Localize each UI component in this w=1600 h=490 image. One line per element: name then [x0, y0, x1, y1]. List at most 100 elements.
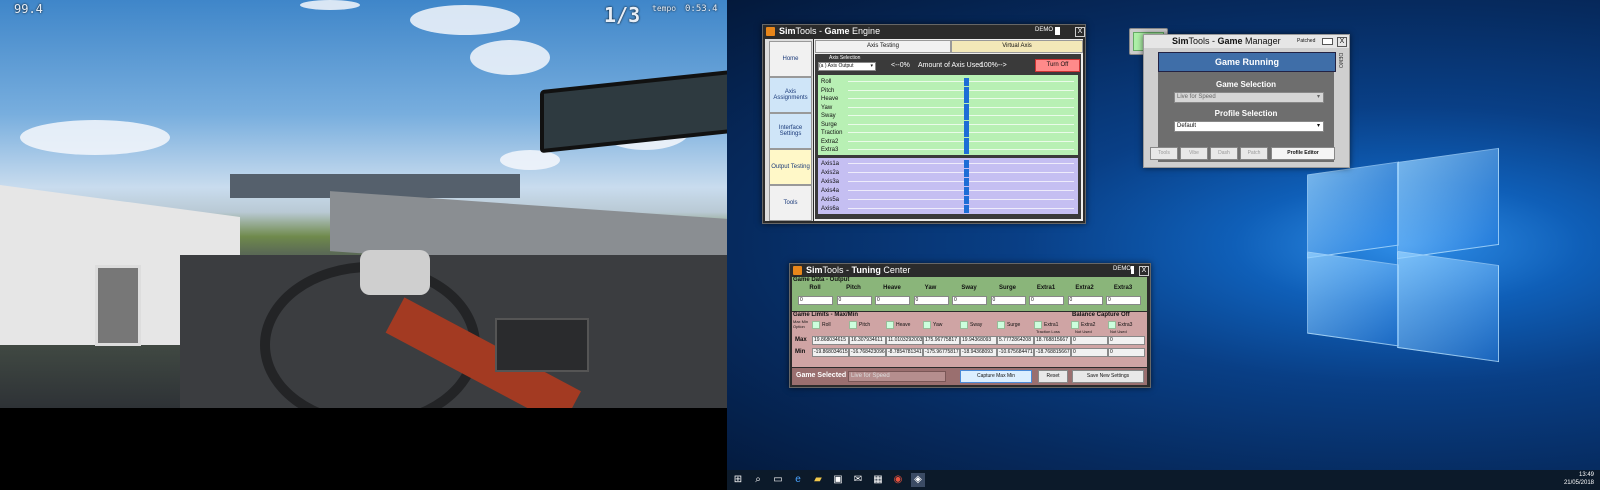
output-value-field[interactable]: 0	[990, 296, 1026, 305]
nav-axis-assignments[interactable]: Axis Assignments	[769, 77, 812, 113]
output-value-field[interactable]: 0	[836, 296, 872, 305]
mail-icon[interactable]: ✉	[851, 473, 865, 487]
axis-enable-checkbox[interactable]	[1108, 321, 1116, 329]
axis-slider-handle[interactable]	[964, 196, 969, 204]
capture-max-min-button[interactable]: Capture Max Min	[960, 370, 1032, 383]
minimize-icon[interactable]	[1131, 266, 1134, 274]
game-selection-select[interactable]: Live for Speed ▾	[1174, 92, 1324, 103]
output-value-field[interactable]: 0	[913, 296, 949, 305]
max-value-field[interactable]: 175.96775817	[923, 336, 960, 345]
tab-axis-testing[interactable]: Axis Testing	[815, 40, 951, 53]
axis-slider-handle[interactable]	[964, 129, 969, 137]
close-button[interactable]: X	[1075, 27, 1085, 37]
max-value-field[interactable]: 0	[1108, 336, 1145, 345]
limit-axis-toggle[interactable]: Heave	[886, 321, 910, 329]
max-value-field[interactable]: 19.868034615	[812, 336, 849, 345]
turn-off-button[interactable]: Turn Off	[1035, 59, 1080, 72]
axis-slider-handle[interactable]	[964, 95, 969, 103]
search-icon[interactable]: ⌕	[751, 473, 765, 487]
tools-button[interactable]: Tools	[1150, 147, 1178, 160]
vibe-button[interactable]: Vibe	[1180, 147, 1208, 160]
save-new-settings-button[interactable]: Save New Settings	[1072, 370, 1144, 383]
max-value-field[interactable]: 16.307934611	[849, 336, 886, 345]
axis-slider-handle[interactable]	[964, 120, 969, 129]
min-value-field[interactable]: -19.868034615	[812, 348, 849, 357]
axis-slider-handle[interactable]	[964, 169, 969, 177]
close-button[interactable]: X	[1337, 37, 1347, 47]
task-view-icon[interactable]: ▭	[771, 473, 785, 487]
output-value-field[interactable]: 0	[1067, 296, 1103, 305]
axis-slider-handle[interactable]	[964, 160, 969, 168]
axis-enable-checkbox[interactable]	[812, 321, 820, 329]
axis-slider-handle[interactable]	[964, 78, 969, 86]
tuning-center-titlebar[interactable]: SimTools - Tuning Center	[790, 264, 1150, 277]
axis-slider-handle[interactable]	[964, 103, 969, 112]
min-value-field[interactable]: -10.675684471	[997, 348, 1034, 357]
nav-tools[interactable]: Tools	[769, 185, 812, 221]
min-value-field[interactable]: -18.94368093	[960, 348, 997, 357]
min-value-field[interactable]: -8.7854781341	[886, 348, 923, 357]
output-value-field[interactable]: 0	[1029, 296, 1064, 305]
axis-selection-select[interactable]: (a ) Axis Output ▾	[818, 62, 876, 71]
min-value-field[interactable]: -16.768423096	[849, 348, 886, 357]
patch-button[interactable]: Patch	[1240, 147, 1268, 160]
min-value-field[interactable]: 0	[1108, 348, 1145, 357]
max-value-field[interactable]: 0	[1071, 336, 1108, 345]
game-manager-titlebar[interactable]: SimTools - Game Manager	[1144, 35, 1349, 48]
min-value-field[interactable]: -18.768815667	[1034, 348, 1071, 357]
nav-output-testing[interactable]: Output Testing	[769, 149, 812, 185]
reset-button[interactable]: Reset	[1038, 370, 1068, 383]
max-value-field[interactable]: 18.768815667	[1034, 336, 1071, 345]
close-button[interactable]: X	[1139, 266, 1149, 276]
dash-button[interactable]: Dash	[1210, 147, 1238, 160]
output-value-field[interactable]: 0	[798, 296, 833, 305]
axis-name: Axis6a	[821, 206, 840, 212]
file-explorer-icon[interactable]: ▰	[811, 473, 825, 487]
axis-enable-checkbox[interactable]	[923, 321, 931, 329]
axis-slider-handle[interactable]	[964, 178, 969, 186]
nav-home[interactable]: Home	[769, 41, 812, 77]
limit-axis-toggle[interactable]: Roll	[812, 321, 831, 329]
axis-slider-handle[interactable]	[964, 146, 969, 154]
axis-slider-handle[interactable]	[964, 112, 969, 120]
limit-axis-toggle[interactable]: Surge	[997, 321, 1020, 329]
limit-axis-toggle[interactable]: Extra1	[1034, 321, 1058, 329]
profile-selection-select[interactable]: Default ▾	[1174, 121, 1324, 132]
minimize-icon[interactable]	[1055, 27, 1060, 35]
axis-slider-handle[interactable]	[964, 137, 969, 146]
chrome-icon[interactable]: ◉	[891, 473, 905, 487]
limit-axis-toggle[interactable]: Extra2	[1071, 321, 1095, 329]
output-value-field[interactable]: 0	[875, 296, 910, 305]
limit-axis-toggle[interactable]: Sway	[960, 321, 982, 329]
axis-enable-checkbox[interactable]	[849, 321, 857, 329]
system-clock[interactable]: 13:49 21/05/2018	[1564, 471, 1594, 487]
min-value-field[interactable]: 0	[1071, 348, 1108, 357]
windows-start-icon[interactable]: ⊞	[731, 473, 745, 487]
axis-testing-panel: Axis Selection (a ) Axis Output ▾ <--0% A…	[815, 54, 1081, 219]
store-icon[interactable]: ▣	[831, 473, 845, 487]
edge-browser-icon[interactable]: e	[791, 473, 805, 487]
axis-slider-handle[interactable]	[964, 205, 969, 213]
limit-axis-toggle[interactable]: Pitch	[849, 321, 870, 329]
axis-enable-checkbox[interactable]	[886, 321, 894, 329]
max-value-field[interactable]: 11.0103292003	[886, 336, 923, 345]
axis-enable-checkbox[interactable]	[1034, 321, 1042, 329]
axis-enable-checkbox[interactable]	[960, 321, 968, 329]
axis-slider-handle[interactable]	[964, 187, 969, 195]
max-value-field[interactable]: 19.94368093	[960, 336, 997, 345]
limit-axis-toggle[interactable]: Extra3	[1108, 321, 1132, 329]
axis-enable-checkbox[interactable]	[997, 321, 1005, 329]
limit-axis-toggle[interactable]: Yaw	[923, 321, 942, 329]
balance-capture-state[interactable]: Off	[1121, 312, 1130, 318]
max-value-field[interactable]: 5.7772864208	[997, 336, 1034, 345]
min-value-field[interactable]: -175.96775817	[923, 348, 960, 357]
tab-virtual-axis[interactable]: Virtual Axis	[951, 40, 1083, 53]
nav-interface-settings[interactable]: Interface Settings	[769, 113, 812, 149]
profile-editor-button[interactable]: Profile Editor	[1271, 147, 1335, 160]
calculator-icon[interactable]: ▦	[871, 473, 885, 487]
output-value-field[interactable]: 0	[952, 296, 987, 305]
axis-enable-checkbox[interactable]	[1071, 321, 1079, 329]
simtools-taskbar-icon[interactable]: ◈	[911, 473, 925, 487]
output-value-field[interactable]: 0	[1106, 296, 1141, 305]
axis-slider-handle[interactable]	[964, 86, 969, 95]
